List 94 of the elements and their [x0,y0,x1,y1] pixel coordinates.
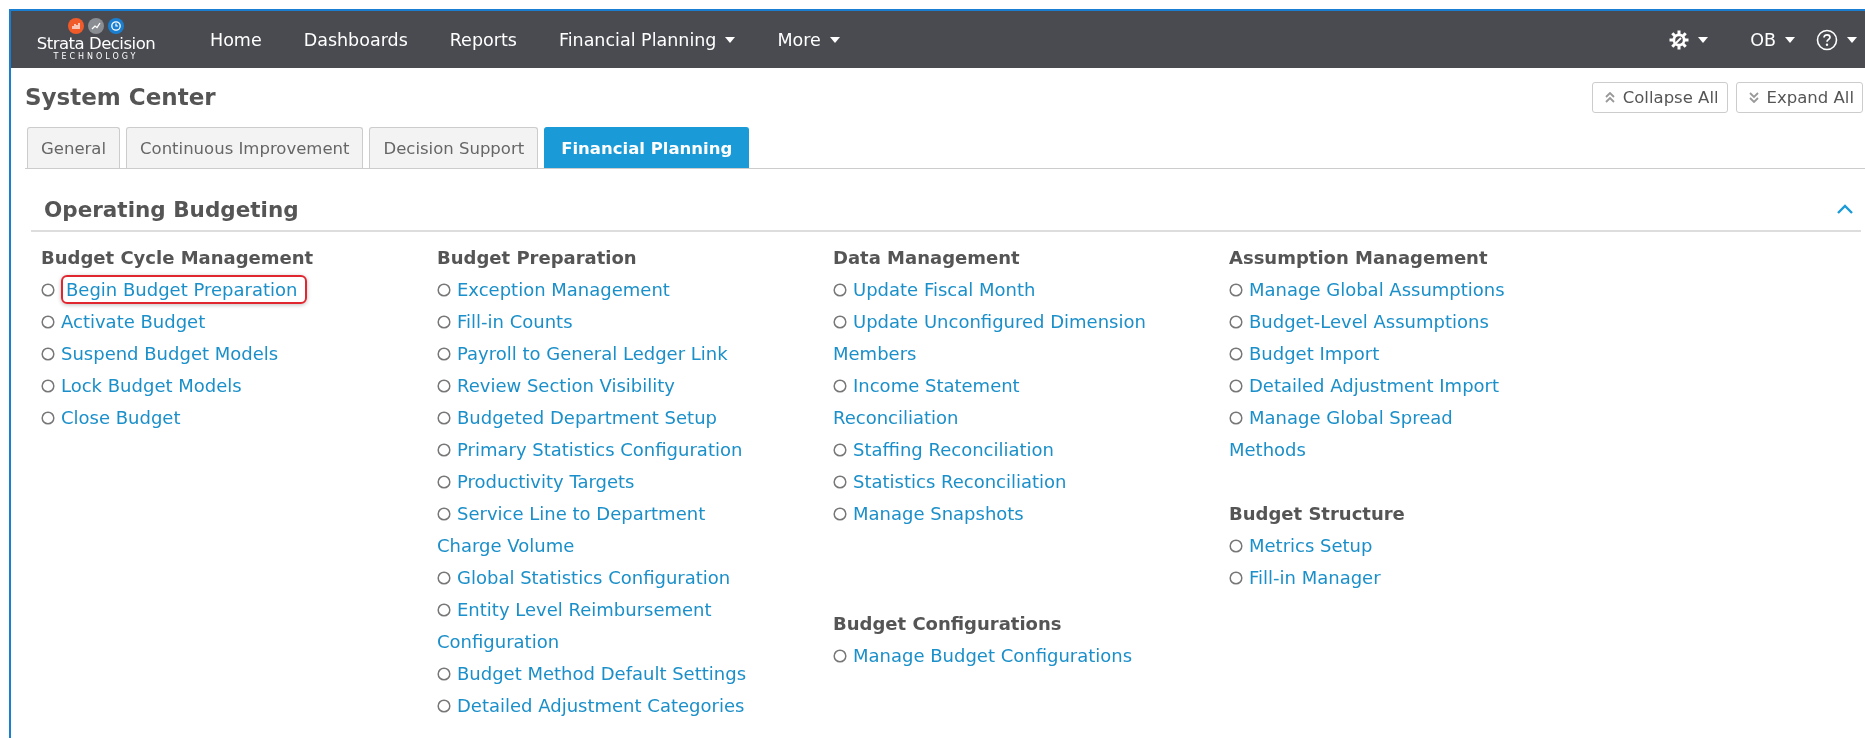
circle-icon [437,347,451,361]
menu-link[interactable]: Fill-in Manager [1229,562,1381,594]
menu-link[interactable]: Budget Method Default Settings [437,658,746,690]
menu-link[interactable]: Suspend Budget Models [41,338,279,370]
double-chevron-down-icon [1748,92,1759,103]
menu-link[interactable]: Global Statistics Configuration [437,562,731,594]
circle-icon [1229,539,1243,553]
menu-link[interactable]: Staffing Reconciliation [833,434,1054,466]
settings-icon [1669,29,1690,50]
logo-text: Strata Decision [36,35,156,52]
page-title: System Center [25,84,217,110]
menu-link[interactable]: Metrics Setup [1229,530,1373,562]
tab[interactable]: Decision Support [369,127,539,168]
circle-icon [833,379,847,393]
circle-icon [437,507,451,521]
menu-link[interactable]: Manage Global Assumptions [1229,274,1505,306]
group-heading: Assumption Management [1229,246,1489,270]
menu-link[interactable]: Review Section Visibility [437,370,675,402]
collapse-all-button[interactable]: Collapse All [1591,82,1728,113]
circle-icon [41,315,55,329]
circle-icon [437,443,451,457]
menu-link[interactable]: Exception Management [437,274,670,306]
menu-link[interactable]: Budgeted Department Setup [437,402,717,434]
nav-item[interactable]: Financial Planning [537,19,757,60]
help-icon [1816,28,1838,51]
menu-link[interactable]: Manage Global Spread Methods [1229,402,1519,466]
circle-icon [437,699,451,713]
circle-icon [833,507,847,521]
tab[interactable]: General [27,127,121,168]
expand-all-button[interactable]: Expand All [1735,82,1863,113]
tab[interactable]: Continuous Improvement [126,127,364,168]
circle-icon [1229,315,1243,329]
caret-icon [1785,36,1795,43]
group-heading: Data Management [833,246,1021,270]
circle-icon [1229,347,1243,361]
circle-icon [833,283,847,297]
menu-link[interactable]: Service Line to Department Charge Volume [437,498,753,562]
menu-link[interactable]: Update Unconfigured Dimension Members [833,306,1149,370]
nav-item[interactable]: More [756,19,861,60]
menu-link[interactable]: Budget-Level Assumptions [1229,306,1489,338]
double-chevron-up-icon [1604,92,1615,103]
menu-link[interactable]: Manage Snapshots [833,498,1024,530]
menu-link[interactable]: Statistics Reconciliation [833,466,1067,498]
line-chart-icon [88,18,104,34]
caret-icon [1698,36,1709,43]
clock-icon [108,18,124,34]
group-heading: Budget Structure [1229,502,1406,526]
circle-icon [1229,571,1243,585]
circle-icon [833,315,847,329]
menu-link[interactable]: Primary Statistics Configuration [437,434,743,466]
menu-link[interactable]: Detailed Adjustment Import [1229,370,1500,402]
nav-item[interactable]: Dashboards [282,19,429,60]
circle-icon [437,315,451,329]
menu-link[interactable]: Activate Budget [41,306,206,338]
user-menu[interactable]: OB [1729,19,1816,60]
nav-item[interactable]: Reports [428,19,538,60]
group-heading: Budget Preparation [437,246,638,270]
group-heading: Budget Cycle Management [41,246,315,270]
menu-link[interactable]: Manage Budget Configurations [833,640,1133,672]
circle-icon [41,347,55,361]
menu-link[interactable]: Lock Budget Models [41,370,242,402]
circle-icon [833,649,847,663]
circle-icon [437,411,451,425]
section-title: Operating Budgeting [44,197,299,222]
circle-icon [1229,411,1243,425]
circle-icon [41,411,55,425]
chevron-up-icon[interactable] [1837,204,1853,215]
menu-link[interactable]: Income Statement Reconciliation [833,370,1149,434]
menu-link[interactable]: Entity Level Reimbursement Configuration [437,594,753,658]
circle-icon [437,571,451,585]
circle-icon [41,379,55,393]
circle-icon [41,283,55,297]
menu-link[interactable]: Fill-in Counts [437,306,573,338]
circle-icon [437,379,451,393]
menu-link[interactable]: Update Fiscal Month [833,274,1036,306]
circle-icon [833,475,847,489]
circle-icon [437,603,451,617]
menu-link[interactable]: Productivity Targets [437,466,635,498]
menu-link[interactable]: Budget Import [1229,338,1380,370]
tab[interactable]: Financial Planning [544,127,750,168]
circle-icon [1229,379,1243,393]
caret-icon [1847,36,1857,43]
bar-chart-icon [68,18,84,34]
circle-icon [437,475,451,489]
nav-item[interactable]: Home [189,19,283,60]
circle-icon [437,283,451,297]
menu-link[interactable]: Payroll to General Ledger Link [437,338,728,370]
circle-icon [437,667,451,681]
menu-link[interactable]: Close Budget [41,402,181,434]
group-heading: Budget Configurations [833,612,1063,636]
circle-icon [833,443,847,457]
logo-tagline: TECHNOLOGY [53,52,139,61]
circle-icon [1229,283,1243,297]
menu-link[interactable]: Detailed Adjustment Categories [437,690,745,722]
